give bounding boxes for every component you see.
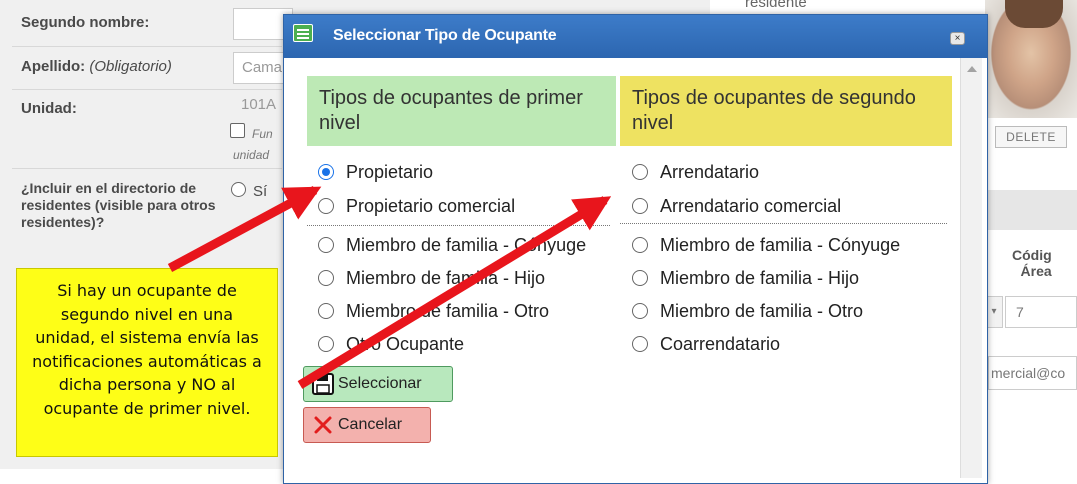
row-divider (12, 46, 282, 47)
close-icon (314, 416, 332, 434)
radio-miembro-hijo-2[interactable] (632, 270, 648, 286)
residente-fragment: residente (745, 0, 807, 11)
radio-miembro-hijo[interactable] (318, 270, 334, 286)
radio-coarrendatario[interactable] (632, 336, 648, 352)
dialog-titlebar[interactable]: Seleccionar Tipo de Ocupante × (284, 15, 987, 58)
unidad-checkbox[interactable] (230, 123, 245, 138)
dialog-title: Seleccionar Tipo de Ocupante (333, 27, 557, 44)
unidad-checkbox-label: Fun (252, 127, 273, 141)
area-code-input[interactable]: 7 (1005, 296, 1077, 328)
first-level-header: Tipos de ocupantes de primer nivel (307, 76, 616, 146)
cancel-button[interactable]: Cancelar (303, 407, 431, 443)
dialog-scrollbar[interactable] (960, 58, 982, 478)
select-button-label: Seleccionar (338, 375, 422, 392)
form-icon (293, 24, 313, 42)
radio-arrendatario[interactable] (632, 164, 648, 180)
save-icon (312, 373, 334, 395)
option-label: Coarrendatario (660, 334, 781, 354)
option-label: Arrendatario (660, 162, 760, 182)
option-label: Miembro de familia - Cónyuge (660, 235, 901, 255)
close-button[interactable]: × (950, 32, 965, 45)
radio-miembro-conyuge-2[interactable] (632, 237, 648, 253)
option-label: Miembro de familia - Cónyuge (346, 235, 587, 255)
email-input[interactable]: mercial@co (988, 356, 1077, 390)
cancel-button-label: Cancelar (338, 416, 403, 433)
directorio-option-label: Sí (253, 183, 268, 200)
radio-propietario-comercial[interactable] (318, 198, 334, 214)
option-label: Miembro de familia - Otro (346, 301, 550, 321)
option-label: Miembro de familia - Otro (660, 301, 864, 321)
section-band (985, 190, 1077, 230)
radio-propietario[interactable] (318, 164, 334, 180)
row-divider (12, 168, 282, 169)
radio-miembro-conyuge[interactable] (318, 237, 334, 253)
option-divider (620, 223, 947, 224)
second-level-header: Tipos de ocupantes de segundo nivel (620, 76, 952, 146)
radio-miembro-otro[interactable] (318, 303, 334, 319)
segundo-nombre-label: Segundo nombre: (21, 14, 150, 31)
radio-miembro-otro-2[interactable] (632, 303, 648, 319)
scroll-up-arrow-icon[interactable] (967, 66, 977, 72)
select-occupant-type-dialog: Seleccionar Tipo de Ocupante × Tipos de … (283, 14, 988, 484)
option-label: Arrendatario comercial (660, 196, 842, 216)
radio-otro-ocupante[interactable] (318, 336, 334, 352)
option-label: Otro Ocupante (346, 334, 465, 354)
option-label: Propietario comercial (346, 196, 516, 216)
dialog-body: Tipos de ocupantes de primer nivel Tipos… (290, 58, 982, 478)
unidad-checkbox-label-2: unidad (233, 148, 270, 162)
option-label: Miembro de familia - Hijo (660, 268, 860, 288)
apellido-label: Apellido: (Obligatorio) (21, 58, 172, 75)
delete-photo-button[interactable]: DELETE (995, 126, 1067, 148)
option-label: Miembro de familia - Hijo (346, 268, 546, 288)
resident-photo-hair (1005, 0, 1063, 28)
radio-arrendatario-comercial[interactable] (632, 198, 648, 214)
codigo-area-label: Códig Área (1012, 247, 1052, 279)
directorio-radio-si[interactable] (231, 182, 246, 197)
option-label: Propietario (346, 162, 434, 182)
select-button[interactable]: Seleccionar (303, 366, 453, 402)
unidad-label: Unidad: (21, 100, 77, 117)
option-divider (307, 225, 610, 226)
annotation-callout: Si hay un ocupante de segundo nivel en u… (16, 268, 278, 457)
directorio-label: ¿Incluir en el directorio de residentes … (21, 180, 216, 230)
